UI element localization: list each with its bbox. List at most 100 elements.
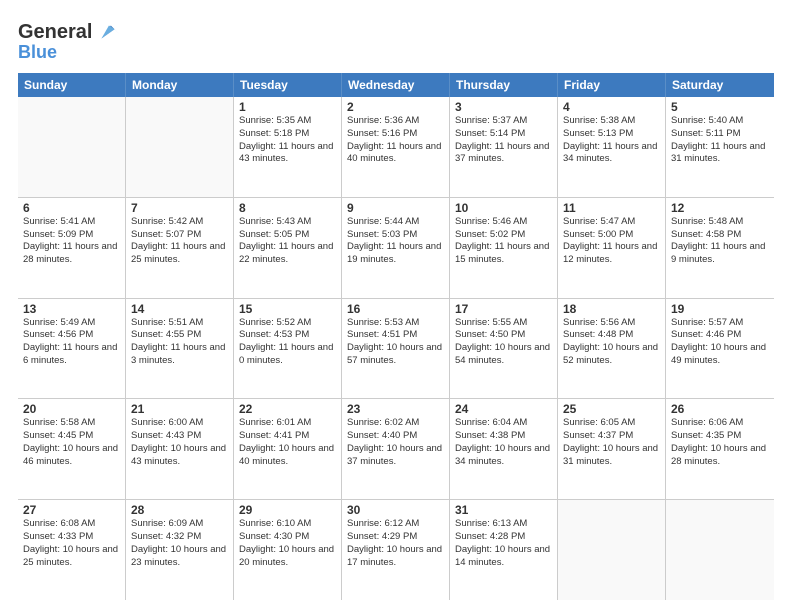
calendar-cell: 5Sunrise: 5:40 AM Sunset: 5:11 PM Daylig… [666,97,774,197]
header-cell-wednesday: Wednesday [342,73,450,97]
day-number: 25 [563,402,660,416]
day-number: 12 [671,201,769,215]
calendar-body: 1Sunrise: 5:35 AM Sunset: 5:18 PM Daylig… [18,97,774,600]
cell-info: Sunrise: 5:44 AM Sunset: 5:03 PM Dayligh… [347,216,444,267]
calendar-cell [558,500,666,600]
day-number: 13 [23,302,120,316]
day-number: 24 [455,402,552,416]
calendar-cell: 7Sunrise: 5:42 AM Sunset: 5:07 PM Daylig… [126,198,234,298]
cell-info: Sunrise: 5:58 AM Sunset: 4:45 PM Dayligh… [23,417,120,468]
calendar-cell: 25Sunrise: 6:05 AM Sunset: 4:37 PM Dayli… [558,399,666,499]
calendar-cell: 15Sunrise: 5:52 AM Sunset: 4:53 PM Dayli… [234,299,342,399]
calendar-header: SundayMondayTuesdayWednesdayThursdayFrid… [18,73,774,97]
header-cell-thursday: Thursday [450,73,558,97]
header-cell-sunday: Sunday [18,73,126,97]
day-number: 21 [131,402,228,416]
calendar-cell [126,97,234,197]
cell-info: Sunrise: 5:35 AM Sunset: 5:18 PM Dayligh… [239,115,336,166]
cell-info: Sunrise: 5:57 AM Sunset: 4:46 PM Dayligh… [671,317,769,368]
cell-info: Sunrise: 6:10 AM Sunset: 4:30 PM Dayligh… [239,518,336,569]
calendar-cell: 19Sunrise: 5:57 AM Sunset: 4:46 PM Dayli… [666,299,774,399]
calendar-cell: 28Sunrise: 6:09 AM Sunset: 4:32 PM Dayli… [126,500,234,600]
cell-info: Sunrise: 6:02 AM Sunset: 4:40 PM Dayligh… [347,417,444,468]
header-cell-tuesday: Tuesday [234,73,342,97]
calendar-cell: 24Sunrise: 6:04 AM Sunset: 4:38 PM Dayli… [450,399,558,499]
cell-info: Sunrise: 6:05 AM Sunset: 4:37 PM Dayligh… [563,417,660,468]
calendar-cell: 23Sunrise: 6:02 AM Sunset: 4:40 PM Dayli… [342,399,450,499]
calendar-row-4: 20Sunrise: 5:58 AM Sunset: 4:45 PM Dayli… [18,399,774,500]
day-number: 30 [347,503,444,517]
cell-info: Sunrise: 5:49 AM Sunset: 4:56 PM Dayligh… [23,317,120,368]
day-number: 11 [563,201,660,215]
cell-info: Sunrise: 5:37 AM Sunset: 5:14 PM Dayligh… [455,115,552,166]
calendar-cell: 18Sunrise: 5:56 AM Sunset: 4:48 PM Dayli… [558,299,666,399]
calendar-cell: 27Sunrise: 6:08 AM Sunset: 4:33 PM Dayli… [18,500,126,600]
cell-info: Sunrise: 5:48 AM Sunset: 4:58 PM Dayligh… [671,216,769,267]
day-number: 9 [347,201,444,215]
calendar-cell: 30Sunrise: 6:12 AM Sunset: 4:29 PM Dayli… [342,500,450,600]
cell-info: Sunrise: 5:52 AM Sunset: 4:53 PM Dayligh… [239,317,336,368]
day-number: 1 [239,100,336,114]
calendar-row-3: 13Sunrise: 5:49 AM Sunset: 4:56 PM Dayli… [18,299,774,400]
day-number: 10 [455,201,552,215]
calendar-row-5: 27Sunrise: 6:08 AM Sunset: 4:33 PM Dayli… [18,500,774,600]
cell-info: Sunrise: 6:09 AM Sunset: 4:32 PM Dayligh… [131,518,228,569]
cell-info: Sunrise: 5:43 AM Sunset: 5:05 PM Dayligh… [239,216,336,267]
day-number: 17 [455,302,552,316]
calendar-cell: 11Sunrise: 5:47 AM Sunset: 5:00 PM Dayli… [558,198,666,298]
cell-info: Sunrise: 6:08 AM Sunset: 4:33 PM Dayligh… [23,518,120,569]
calendar-row-2: 6Sunrise: 5:41 AM Sunset: 5:09 PM Daylig… [18,198,774,299]
cell-info: Sunrise: 6:00 AM Sunset: 4:43 PM Dayligh… [131,417,228,468]
calendar-cell: 31Sunrise: 6:13 AM Sunset: 4:28 PM Dayli… [450,500,558,600]
calendar-cell [18,97,126,197]
cell-info: Sunrise: 5:42 AM Sunset: 5:07 PM Dayligh… [131,216,228,267]
cell-info: Sunrise: 5:41 AM Sunset: 5:09 PM Dayligh… [23,216,120,267]
cell-info: Sunrise: 5:38 AM Sunset: 5:13 PM Dayligh… [563,115,660,166]
calendar-cell: 16Sunrise: 5:53 AM Sunset: 4:51 PM Dayli… [342,299,450,399]
day-number: 18 [563,302,660,316]
cell-info: Sunrise: 6:13 AM Sunset: 4:28 PM Dayligh… [455,518,552,569]
cell-info: Sunrise: 6:12 AM Sunset: 4:29 PM Dayligh… [347,518,444,569]
day-number: 23 [347,402,444,416]
day-number: 4 [563,100,660,114]
cell-info: Sunrise: 5:47 AM Sunset: 5:00 PM Dayligh… [563,216,660,267]
cell-info: Sunrise: 5:40 AM Sunset: 5:11 PM Dayligh… [671,115,769,166]
day-number: 28 [131,503,228,517]
day-number: 22 [239,402,336,416]
calendar-cell: 3Sunrise: 5:37 AM Sunset: 5:14 PM Daylig… [450,97,558,197]
day-number: 27 [23,503,120,517]
calendar-cell: 20Sunrise: 5:58 AM Sunset: 4:45 PM Dayli… [18,399,126,499]
calendar-cell: 6Sunrise: 5:41 AM Sunset: 5:09 PM Daylig… [18,198,126,298]
day-number: 5 [671,100,769,114]
calendar-cell: 29Sunrise: 6:10 AM Sunset: 4:30 PM Dayli… [234,500,342,600]
day-number: 31 [455,503,552,517]
calendar-cell: 13Sunrise: 5:49 AM Sunset: 4:56 PM Dayli… [18,299,126,399]
day-number: 20 [23,402,120,416]
header-cell-monday: Monday [126,73,234,97]
day-number: 6 [23,201,120,215]
calendar-cell: 26Sunrise: 6:06 AM Sunset: 4:35 PM Dayli… [666,399,774,499]
day-number: 26 [671,402,769,416]
cell-info: Sunrise: 5:46 AM Sunset: 5:02 PM Dayligh… [455,216,552,267]
day-number: 3 [455,100,552,114]
day-number: 16 [347,302,444,316]
calendar-cell: 4Sunrise: 5:38 AM Sunset: 5:13 PM Daylig… [558,97,666,197]
page-header: General Blue [18,18,774,63]
day-number: 19 [671,302,769,316]
calendar-cell: 8Sunrise: 5:43 AM Sunset: 5:05 PM Daylig… [234,198,342,298]
cell-info: Sunrise: 5:36 AM Sunset: 5:16 PM Dayligh… [347,115,444,166]
day-number: 15 [239,302,336,316]
logo: General Blue [18,18,122,63]
day-number: 2 [347,100,444,114]
calendar-cell: 17Sunrise: 5:55 AM Sunset: 4:50 PM Dayli… [450,299,558,399]
header-cell-friday: Friday [558,73,666,97]
day-number: 8 [239,201,336,215]
calendar-cell: 10Sunrise: 5:46 AM Sunset: 5:02 PM Dayli… [450,198,558,298]
cell-info: Sunrise: 5:55 AM Sunset: 4:50 PM Dayligh… [455,317,552,368]
calendar-cell: 21Sunrise: 6:00 AM Sunset: 4:43 PM Dayli… [126,399,234,499]
calendar: SundayMondayTuesdayWednesdayThursdayFrid… [18,73,774,600]
cell-info: Sunrise: 6:04 AM Sunset: 4:38 PM Dayligh… [455,417,552,468]
day-number: 29 [239,503,336,517]
header-cell-saturday: Saturday [666,73,774,97]
calendar-cell: 12Sunrise: 5:48 AM Sunset: 4:58 PM Dayli… [666,198,774,298]
